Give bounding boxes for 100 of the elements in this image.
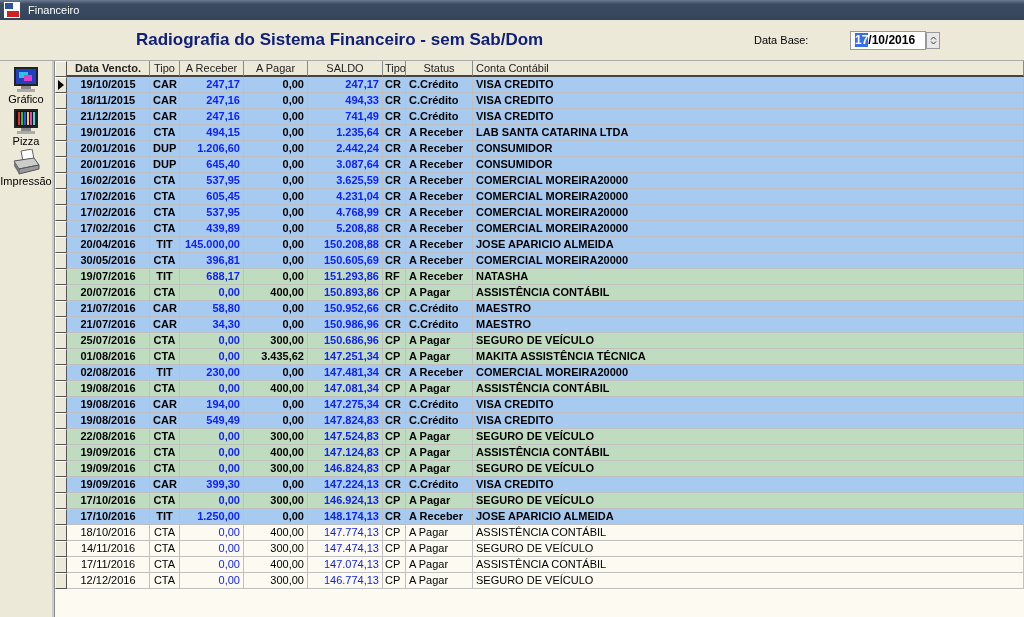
table-cell: 147.774,13 — [308, 525, 383, 541]
table-cell: CR — [383, 221, 406, 237]
row-indicator[interactable] — [55, 397, 67, 413]
table-cell: COMERCIAL MOREIRA20000 — [473, 365, 1024, 381]
table-cell: CP — [383, 333, 406, 349]
row-indicator[interactable] — [55, 381, 67, 397]
row-indicator[interactable] — [55, 333, 67, 349]
table-cell: 151.293,86 — [308, 269, 383, 285]
table-cell: 147.224,13 — [308, 477, 383, 493]
column-header[interactable]: Tipo — [150, 61, 180, 77]
table-cell: SEGURO DE VEÍCULO — [473, 493, 1024, 509]
table-cell: CAR — [150, 477, 180, 493]
row-indicator[interactable] — [55, 525, 67, 541]
table-cell: SEGURO DE VEÍCULO — [473, 541, 1024, 557]
table-cell: 19/08/2016 — [67, 381, 150, 397]
header-corner — [55, 61, 67, 77]
table-cell: 147.481,34 — [308, 365, 383, 381]
column-header[interactable]: Data Vencto. — [67, 61, 150, 77]
row-indicator[interactable] — [55, 477, 67, 493]
table-cell: 396,81 — [180, 253, 244, 269]
spin-button[interactable] — [926, 31, 940, 49]
table-cell: 146.774,13 — [308, 573, 383, 589]
row-indicator[interactable] — [55, 109, 67, 125]
table-cell: 0,00 — [180, 573, 244, 589]
row-indicator[interactable] — [55, 445, 67, 461]
table-cell: 18/10/2016 — [67, 525, 150, 541]
column-header[interactable]: A Pagar — [244, 61, 308, 77]
table-cell: 147.275,34 — [308, 397, 383, 413]
table-cell: SEGURO DE VEÍCULO — [473, 333, 1024, 349]
pie-chart-button[interactable]: Pizza — [12, 107, 40, 147]
row-indicator[interactable] — [55, 253, 67, 269]
print-button[interactable]: Impressão — [0, 149, 52, 187]
row-indicator[interactable] — [55, 557, 67, 573]
row-indicator[interactable] — [55, 429, 67, 445]
table-cell: 688,17 — [180, 269, 244, 285]
row-indicator[interactable] — [55, 269, 67, 285]
monitor-icon — [12, 65, 40, 93]
table-cell: 0,00 — [244, 109, 308, 125]
table-cell: TIT — [150, 509, 180, 525]
row-indicator[interactable] — [55, 141, 67, 157]
table-cell: ASSISTÊNCIA CONTÁBIL — [473, 557, 1024, 573]
table-cell: A Pagar — [406, 573, 473, 589]
row-indicator[interactable] — [55, 205, 67, 221]
table-cell: CTA — [150, 253, 180, 269]
table-cell: 300,00 — [244, 541, 308, 557]
table-cell: 0,00 — [244, 141, 308, 157]
row-indicator[interactable] — [55, 493, 67, 509]
table-cell: CTA — [150, 381, 180, 397]
row-indicator[interactable] — [55, 221, 67, 237]
report-title: Radiografia do Sistema Financeiro - sem Sab/Dom — [136, 30, 545, 50]
table-cell: A Pagar — [406, 445, 473, 461]
table-cell: CR — [383, 77, 406, 93]
pointer-icon — [58, 80, 64, 90]
table-cell: 400,00 — [244, 381, 308, 397]
table-cell: C.Crédito — [406, 413, 473, 429]
row-indicator[interactable] — [55, 573, 67, 589]
table-cell: CR — [383, 397, 406, 413]
row-indicator[interactable] — [55, 125, 67, 141]
table-cell: 1.206,60 — [180, 141, 244, 157]
column-header[interactable]: SALDO — [308, 61, 383, 77]
row-indicator[interactable] — [55, 413, 67, 429]
row-indicator[interactable] — [55, 93, 67, 109]
table-cell: 0,00 — [244, 477, 308, 493]
row-indicator[interactable] — [55, 301, 67, 317]
table-cell: CTA — [150, 573, 180, 589]
row-indicator[interactable] — [55, 541, 67, 557]
column-header[interactable]: Status — [406, 61, 473, 77]
table-cell: 0,00 — [244, 413, 308, 429]
table-cell: CP — [383, 445, 406, 461]
table-cell: CR — [383, 509, 406, 525]
row-indicator[interactable] — [55, 285, 67, 301]
spinner-icon — [929, 35, 937, 45]
table-cell: A Receber — [406, 157, 473, 173]
table-cell: COMERCIAL MOREIRA20000 — [473, 221, 1024, 237]
row-indicator[interactable] — [55, 365, 67, 381]
column-header[interactable]: Tipo — [383, 61, 406, 77]
column-header[interactable]: A Receber — [180, 61, 244, 77]
row-indicator[interactable] — [55, 509, 67, 525]
table-cell: VISA CREDITO — [473, 93, 1024, 109]
row-indicator[interactable] — [55, 461, 67, 477]
table-cell: 58,80 — [180, 301, 244, 317]
table-cell: 21/12/2015 — [67, 109, 150, 125]
row-indicator[interactable] — [55, 157, 67, 173]
table-cell: 17/10/2016 — [67, 493, 150, 509]
table-cell: 20/04/2016 — [67, 237, 150, 253]
row-indicator[interactable] — [55, 189, 67, 205]
table-cell: 0,00 — [244, 269, 308, 285]
row-indicator[interactable] — [55, 317, 67, 333]
table-cell: 19/09/2016 — [67, 445, 150, 461]
table-cell: MAKITA ASSISTÊNCIA TÉCNICA — [473, 349, 1024, 365]
table-cell: CP — [383, 381, 406, 397]
row-indicator[interactable] — [55, 237, 67, 253]
table-cell: 494,33 — [308, 93, 383, 109]
row-indicator[interactable] — [55, 77, 67, 93]
table-cell: 0,00 — [244, 221, 308, 237]
chart-button[interactable]: Gráfico — [8, 65, 44, 105]
column-header[interactable]: Conta Contábil — [473, 61, 1024, 77]
table-cell: 01/08/2016 — [67, 349, 150, 365]
row-indicator[interactable] — [55, 173, 67, 189]
row-indicator[interactable] — [55, 349, 67, 365]
